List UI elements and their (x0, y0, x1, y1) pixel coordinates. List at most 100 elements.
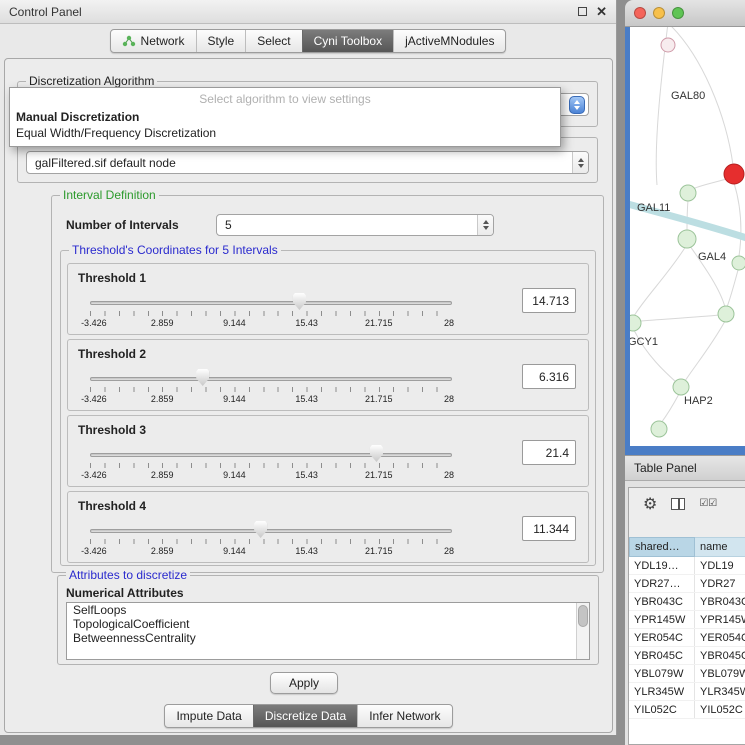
tab-infer-network[interactable]: Infer Network (357, 705, 451, 727)
slider-thumb[interactable] (370, 445, 383, 462)
tab-select[interactable]: Select (245, 30, 301, 52)
slider-track[interactable] (90, 453, 452, 457)
slider-track[interactable] (90, 377, 452, 381)
slider-scale: -3.426 2.859 9.144 15.43 21.715 28 (90, 394, 451, 405)
threshold-4-slider[interactable]: -3.426 2.859 9.144 15.43 21.715 28 (90, 520, 452, 560)
thresholds-group: Threshold's Coordinates for 5 Intervals … (60, 250, 596, 566)
network-node[interactable] (630, 315, 641, 331)
network-node[interactable] (661, 38, 675, 52)
network-icon (122, 35, 136, 47)
number-of-intervals-combobox[interactable]: 5 (216, 214, 494, 236)
dropdown-hint: Select algorithm to view settings (10, 90, 560, 109)
slider-ticks (90, 311, 451, 316)
node-label-gal80: GAL80 (671, 90, 705, 102)
table-row[interactable]: YER054CYER054C (629, 629, 745, 647)
table-rows: YDL19…YDL19 YDR27…YDR27 YBR043CYBR043C Y… (629, 557, 745, 744)
discretization-algorithm-title: Discretization Algorithm (26, 74, 157, 88)
thresholds-group-title: Threshold's Coordinates for 5 Intervals (69, 243, 281, 257)
threshold-3-slider[interactable]: -3.426 2.859 9.144 15.43 21.715 28 (90, 444, 452, 484)
threshold-4-value-field[interactable] (522, 516, 576, 541)
network-view-window: GAL80 GAL11 GAL4 GCY1 HAP2 (625, 0, 745, 455)
attributes-group-title: Attributes to discretize (66, 568, 190, 582)
slider-scale: -3.426 2.859 9.144 15.43 21.715 28 (90, 546, 451, 557)
close-traffic-light-icon[interactable] (634, 7, 646, 19)
threshold-1-label: Threshold 1 (78, 271, 146, 285)
table-data-combobox[interactable]: galFiltered.sif default node (26, 151, 589, 174)
network-node-labels: GAL80 GAL11 GAL4 GCY1 HAP2 (630, 90, 726, 407)
threshold-4-panel: Threshold 4 -3.426 2.859 9.144 15.43 21.… (67, 491, 589, 563)
tab-style[interactable]: Style (196, 30, 246, 52)
combobox-arrows-icon[interactable] (477, 215, 493, 235)
threshold-3-value-field[interactable] (522, 440, 576, 465)
slider-track[interactable] (90, 529, 452, 533)
network-node[interactable] (680, 185, 696, 201)
network-canvas[interactable]: GAL80 GAL11 GAL4 GCY1 HAP2 (625, 27, 745, 455)
minimize-traffic-light-icon[interactable] (653, 7, 665, 19)
apply-button[interactable]: Apply (270, 672, 338, 694)
tab-discretize-data[interactable]: Discretize Data (253, 705, 357, 727)
table-mode-icon[interactable] (671, 498, 685, 510)
list-scrollbar[interactable] (576, 603, 589, 659)
select-columns-icon[interactable]: ☑☑ (699, 498, 717, 510)
table-row[interactable]: YDL19…YDL19 (629, 557, 745, 575)
network-node[interactable] (732, 256, 745, 270)
float-window-icon[interactable] (578, 7, 587, 16)
combobox-arrows-icon[interactable] (572, 152, 588, 173)
dropdown-option-manual-discretization[interactable]: Manual Discretization (10, 109, 560, 125)
column-header-name[interactable]: name (695, 537, 745, 557)
threshold-3-panel: Threshold 3 -3.426 2.859 9.144 15.43 21.… (67, 415, 589, 487)
column-header-shared-name[interactable]: shared… (629, 537, 695, 557)
zoom-traffic-light-icon[interactable] (672, 7, 684, 19)
threshold-1-value-field[interactable] (522, 288, 576, 313)
network-node[interactable] (718, 306, 734, 322)
algorithm-dropdown-popup: Select algorithm to view settings Manual… (9, 87, 561, 147)
table-row[interactable]: YBR045CYBR045C (629, 647, 745, 665)
table-row[interactable]: YLR345WYLR345W (629, 683, 745, 701)
slider-scale: -3.426 2.859 9.144 15.43 21.715 28 (90, 470, 451, 481)
tab-cyni-toolbox[interactable]: Cyni Toolbox (302, 30, 393, 52)
network-node[interactable] (651, 421, 667, 437)
dropdown-option-equal-width[interactable]: Equal Width/Frequency Discretization (10, 125, 560, 141)
list-item-topologicalcoefficient[interactable]: TopologicalCoefficient (67, 617, 589, 631)
network-edges (634, 27, 741, 423)
top-tab-row: Network Style Select Cyni Toolbox jActiv… (0, 24, 616, 57)
threshold-4-label: Threshold 4 (78, 499, 146, 513)
interval-definition-group: Interval Definition Number of Intervals … (51, 195, 604, 573)
threshold-1-panel: Threshold 1 -3.426 2.859 9.144 15.43 21.… (67, 263, 589, 335)
combobox-stepper-icon[interactable] (569, 96, 585, 114)
network-node-red[interactable] (724, 164, 744, 184)
cyni-toolbox-panel: Discretization Algorithm Select algorith… (4, 58, 613, 733)
slider-thumb[interactable] (196, 369, 209, 386)
slider-thumb[interactable] (293, 293, 306, 310)
node-label-gcy1: GCY1 (630, 336, 658, 348)
scrollbar-thumb[interactable] (578, 605, 588, 627)
interval-definition-title: Interval Definition (60, 188, 159, 202)
window-title: Control Panel (9, 5, 82, 19)
threshold-2-value-field[interactable] (522, 364, 576, 389)
threshold-1-slider[interactable]: -3.426 2.859 9.144 15.43 21.715 28 (90, 292, 452, 332)
table-row[interactable]: YPR145WYPR145W (629, 611, 745, 629)
list-item-selfloops[interactable]: SelfLoops (67, 603, 589, 617)
network-node[interactable] (673, 379, 689, 395)
control-panel-window: Control Panel ✕ Network Style Select Cyn… (0, 0, 617, 735)
tab-jactivemodules[interactable]: jActiveMNodules (393, 30, 505, 52)
network-node[interactable] (678, 230, 696, 248)
table-panel-title: Table Panel (634, 461, 697, 475)
network-window-titlebar (625, 0, 745, 27)
slider-ticks (90, 463, 451, 468)
table-row[interactable]: YBR043CYBR043C (629, 593, 745, 611)
node-label-gal11: GAL11 (637, 202, 670, 214)
table-panel: ⚙ ☑☑ shared… name YDL19…YDL19 YDR27…YDR2… (625, 481, 745, 745)
table-row[interactable]: YBL079WYBL079W (629, 665, 745, 683)
table-row[interactable]: YIL052CYIL052C (629, 701, 745, 719)
slider-ticks (90, 539, 451, 544)
threshold-2-slider[interactable]: -3.426 2.859 9.144 15.43 21.715 28 (90, 368, 452, 408)
close-icon[interactable]: ✕ (596, 5, 607, 18)
list-item-betweennesscentrality[interactable]: BetweennessCentrality (67, 631, 589, 645)
table-row[interactable]: YDR27…YDR27 (629, 575, 745, 593)
slider-track[interactable] (90, 301, 452, 305)
gear-icon[interactable]: ⚙ (643, 496, 657, 512)
tab-network[interactable]: Network (111, 30, 196, 52)
tab-impute-data[interactable]: Impute Data (165, 705, 252, 727)
slider-thumb[interactable] (254, 521, 267, 538)
